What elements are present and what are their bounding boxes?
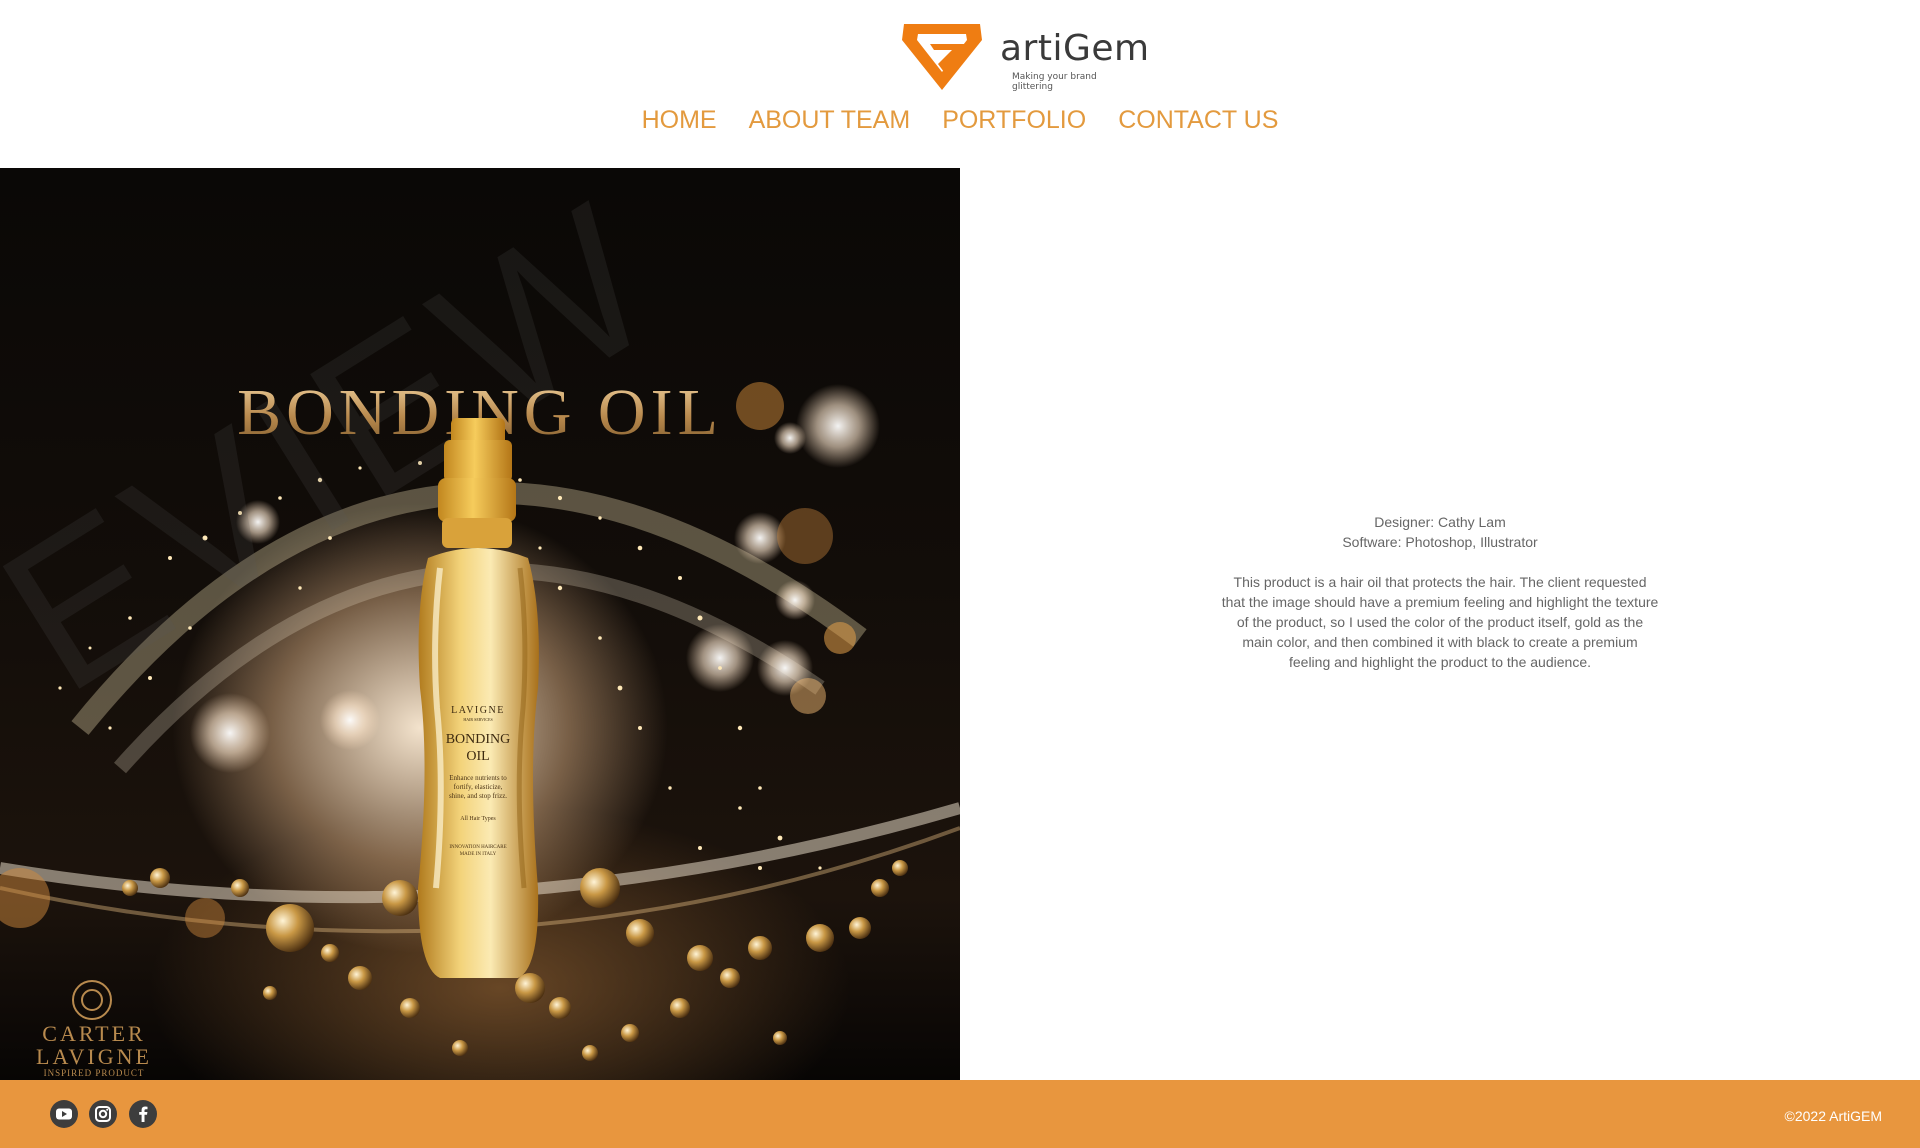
instagram-icon[interactable] (89, 1100, 118, 1128)
nav-home[interactable]: HOME (642, 106, 717, 135)
project-description: This product is a hair oil that protects… (1221, 574, 1659, 670)
project-details: Designer: Cathy Lam Software: Photoshop,… (1220, 512, 1660, 672)
bottle-desc-line2: fortify, elasticize, (454, 783, 503, 791)
designer-credit: Designer: Cathy Lam (1374, 514, 1506, 530)
bottle-footer-line2: MADE IN ITALY (460, 852, 497, 857)
software-credit: Software: Photoshop, Illustrator (1342, 534, 1538, 550)
carter-lavigne-logo: CARTER LAVIGNE INSPIRED PRODUCT (36, 980, 152, 1078)
bottle-footer-line1: INNOVATION HAIRCARE (449, 845, 506, 850)
brand-line1: CARTER (42, 1021, 145, 1046)
youtube-icon[interactable] (50, 1100, 78, 1128)
portfolio-hero-image: EVIEW BONDING OIL LAVIGNE HAIR SERVICES … (0, 168, 960, 1080)
site-header: artiGem Making your brand glittering HOM… (0, 0, 1920, 168)
gem-logo-icon (902, 24, 982, 90)
social-links (50, 1100, 164, 1128)
brand-line2: LAVIGNE (36, 1044, 152, 1069)
nav-contact-us[interactable]: CONTACT US (1118, 106, 1278, 135)
preview-watermark: EVIEW (0, 168, 696, 736)
logo-tagline: Making your brand glittering (1012, 72, 1097, 92)
artigem-logo[interactable]: artiGem Making your brand glittering (900, 18, 1149, 92)
bottle-brand: LAVIGNE (451, 705, 505, 716)
bottle-sub: HAIR SERVICES (463, 717, 492, 722)
site-footer: ©2022 ArtiGEM (0, 1080, 1920, 1148)
brand-line3: INSPIRED PRODUCT (44, 1068, 145, 1078)
bottle-desc-line1: Enhance nutrients to (449, 774, 507, 782)
bottle-hair-types: All Hair Types (460, 816, 496, 822)
bottle-product-line2: OIL (466, 749, 489, 764)
logo-wordmark: artiGem (1000, 28, 1150, 69)
bottle-desc-line3: shine, and stop frizz. (449, 792, 507, 800)
bonding-oil-artwork: EVIEW BONDING OIL LAVIGNE HAIR SERVICES … (0, 168, 960, 1078)
bottle-product-line1: BONDING (446, 732, 511, 747)
copyright-text: ©2022 ArtiGEM (1784, 1108, 1882, 1124)
main-nav: HOME ABOUT TEAM PORTFOLIO CONTACT US (0, 106, 1920, 135)
nav-about-team[interactable]: ABOUT TEAM (749, 106, 911, 135)
facebook-icon[interactable] (128, 1100, 157, 1128)
nav-portfolio[interactable]: PORTFOLIO (942, 106, 1086, 135)
